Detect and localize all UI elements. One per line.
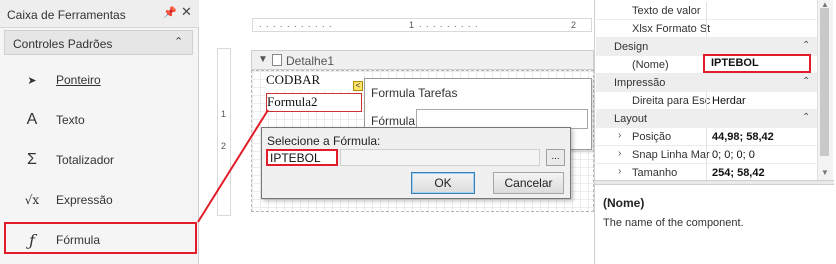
tool-item-ponteiro[interactable]: ➤ Ponteiro — [4, 61, 194, 99]
tasks-formula-input[interactable] — [416, 109, 588, 129]
tool-label: Texto — [56, 113, 85, 127]
expand-arrow-icon[interactable]: › — [618, 166, 621, 177]
vertical-ruler: 1 2 — [217, 48, 231, 216]
tool-item-expressao[interactable]: √x Expressão — [4, 181, 194, 219]
ok-button[interactable]: OK — [411, 172, 475, 194]
group-header-controles-padroes[interactable]: Controles Padrões ⌃ — [4, 30, 193, 55]
tasks-title: Formula Tarefas — [371, 86, 458, 100]
prop-value[interactable]: 44,98; 58,42 — [712, 131, 816, 143]
description-splitter[interactable] — [595, 180, 834, 185]
cancel-button[interactable]: Cancelar — [493, 172, 564, 194]
ruler-mark-1: 1 — [221, 109, 227, 119]
formula-highlight-box — [4, 222, 197, 254]
category-impressao[interactable]: Impressão ⌃ — [596, 74, 818, 92]
prop-value[interactable]: 0; 0; 0; 0 — [712, 149, 816, 161]
name-value-field[interactable]: IPTEBOL — [703, 54, 811, 73]
pin-icon[interactable]: 📌 — [163, 6, 177, 19]
prop-row-xlsx-formato[interactable]: Xlsx Formato St — [596, 20, 818, 38]
category-layout[interactable]: Layout ⌃ — [596, 110, 818, 128]
chevron-up-icon: ⌃ — [802, 40, 811, 51]
pointer-icon: ➤ — [27, 75, 37, 87]
prop-value[interactable]: 254; 58,42 — [712, 167, 816, 179]
band-header-detalhe1[interactable]: ▼ Detalhe1 — [251, 50, 594, 70]
chevron-up-icon: ⌃ — [174, 36, 184, 48]
description-text: The name of the component. — [603, 217, 744, 229]
smart-tag-button[interactable]: < — [353, 81, 363, 91]
select-formula-dialog: Selecione a Fórmula: IPTEBOL ... OK Canc… — [261, 127, 571, 199]
ruler-mark-2: 2 — [221, 141, 227, 151]
sigma-icon: Σ — [27, 151, 37, 168]
toolbox-title-bar: Caixa de Ferramentas 📌 ✕ — [0, 0, 199, 28]
band-document-icon — [272, 54, 282, 66]
tasks-formula-label: Fórmula — [371, 114, 416, 128]
ruler-dots: . . . . . . . . . . . — [259, 19, 333, 29]
chevron-up-icon: ⌃ — [802, 112, 811, 123]
scroll-down-arrow-icon[interactable]: ▼ — [821, 168, 829, 177]
prop-divider — [706, 2, 707, 20]
prop-value[interactable]: Herdar — [712, 95, 816, 107]
category-label: Impressão — [614, 77, 666, 89]
description-title: (Nome) — [603, 196, 645, 210]
scrollbar-thumb[interactable] — [820, 8, 829, 156]
scroll-up-arrow-icon[interactable]: ▲ — [821, 0, 829, 9]
prop-row-snap-linha-margem[interactable]: › Snap Linha Mar 0; 0; 0; 0 — [596, 146, 818, 164]
prop-row-posicao[interactable]: › Posição 44,98; 58,42 — [596, 128, 818, 146]
name-value-text: IPTEBOL — [711, 57, 759, 69]
prop-divider — [706, 92, 707, 110]
expand-arrow-icon[interactable]: › — [618, 148, 621, 159]
report-label-codbar[interactable]: CODBAR — [266, 72, 362, 90]
report-label-formula2[interactable]: Formula2 — [266, 93, 362, 112]
sqrt-x-icon: √x — [24, 193, 40, 207]
formula-name-input[interactable]: IPTEBOL — [266, 149, 338, 166]
tool-item-totalizador[interactable]: Σ Totalizador — [4, 141, 194, 179]
text-a-icon: A — [26, 111, 38, 128]
toolbox-title: Caixa de Ferramentas — [7, 8, 126, 22]
group-label: Controles Padrões — [13, 37, 113, 51]
tool-label: Ponteiro — [56, 73, 101, 87]
prop-divider — [706, 20, 707, 38]
formula-input-extension — [340, 149, 540, 166]
prop-row-direita-para-esquerda[interactable]: Direita para Esc Herdar — [596, 92, 818, 110]
tool-label: Totalizador — [56, 153, 115, 167]
expand-arrow-icon[interactable]: › — [618, 130, 621, 141]
prop-divider — [706, 146, 707, 164]
horizontal-ruler: . . . . . . . . . . . 1 . . . . . . . . … — [252, 18, 592, 32]
tool-item-texto[interactable]: A Texto — [4, 101, 194, 139]
category-label: Design — [614, 41, 649, 53]
browse-button[interactable]: ... — [546, 149, 565, 166]
collapse-triangle-icon[interactable]: ▼ — [258, 54, 268, 65]
band-title: Detalhe1 — [286, 54, 335, 68]
ruler-mark-1: 1 — [409, 20, 415, 30]
close-icon[interactable]: ✕ — [181, 4, 192, 20]
ruler-dots: . . . . . . . . . — [419, 19, 479, 29]
category-label: Layout — [614, 113, 648, 125]
tool-label: Expressão — [56, 193, 113, 207]
prop-row-texto-de-valor[interactable]: Texto de valor — [596, 2, 818, 20]
dialog-prompt: Selecione a Fórmula: — [267, 134, 381, 148]
ruler-mark-2: 2 — [571, 20, 577, 30]
prop-divider — [706, 128, 707, 146]
chevron-up-icon: ⌃ — [802, 76, 811, 87]
